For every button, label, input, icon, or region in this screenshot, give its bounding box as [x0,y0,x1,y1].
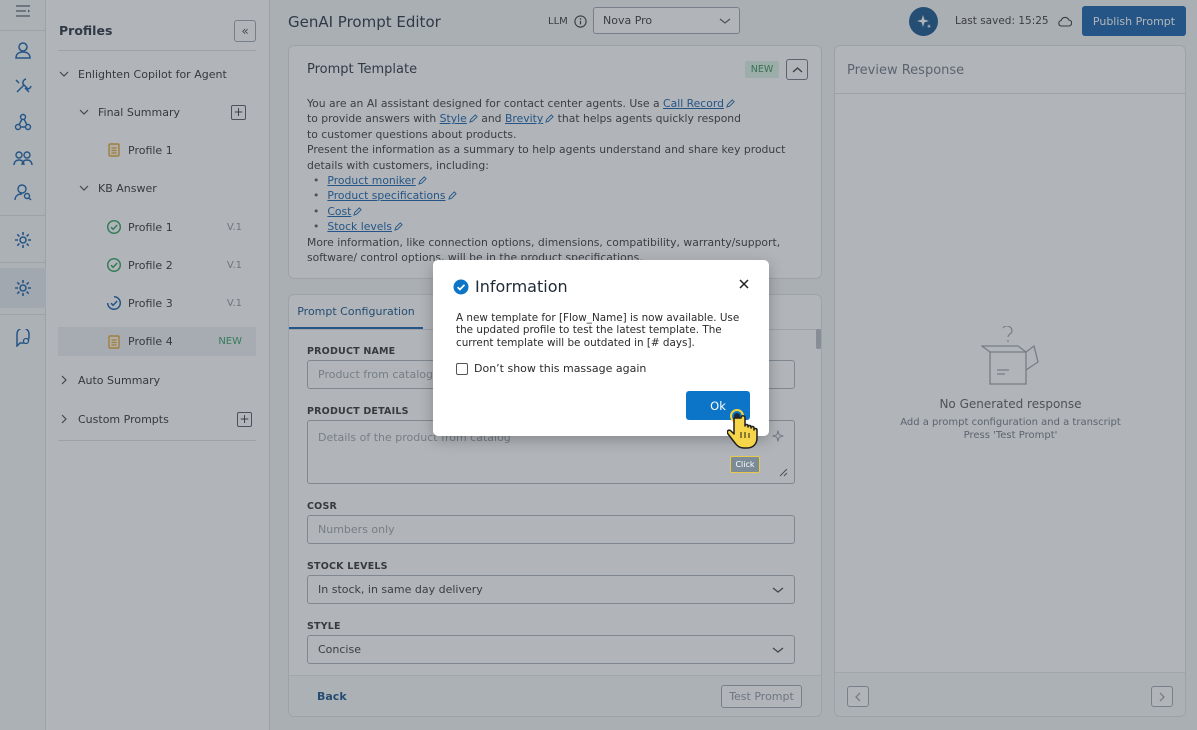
dialog-title: Information [453,277,568,296]
dialog-message: A new template for [Flow_Name] is now av… [456,312,740,349]
dont-show-again-checkbox[interactable]: Don’t show this massage again [456,362,646,375]
checkbox-label: Don’t show this massage again [474,362,647,375]
click-hint: Click [730,456,760,473]
information-dialog: Information A new template for [Flow_Nam… [433,260,769,436]
check-circle-icon [453,279,469,294]
dialog-title-text: Information [475,277,568,296]
close-icon[interactable] [737,277,751,291]
checkbox[interactable] [456,362,468,375]
pointer-hand-icon [727,409,758,449]
